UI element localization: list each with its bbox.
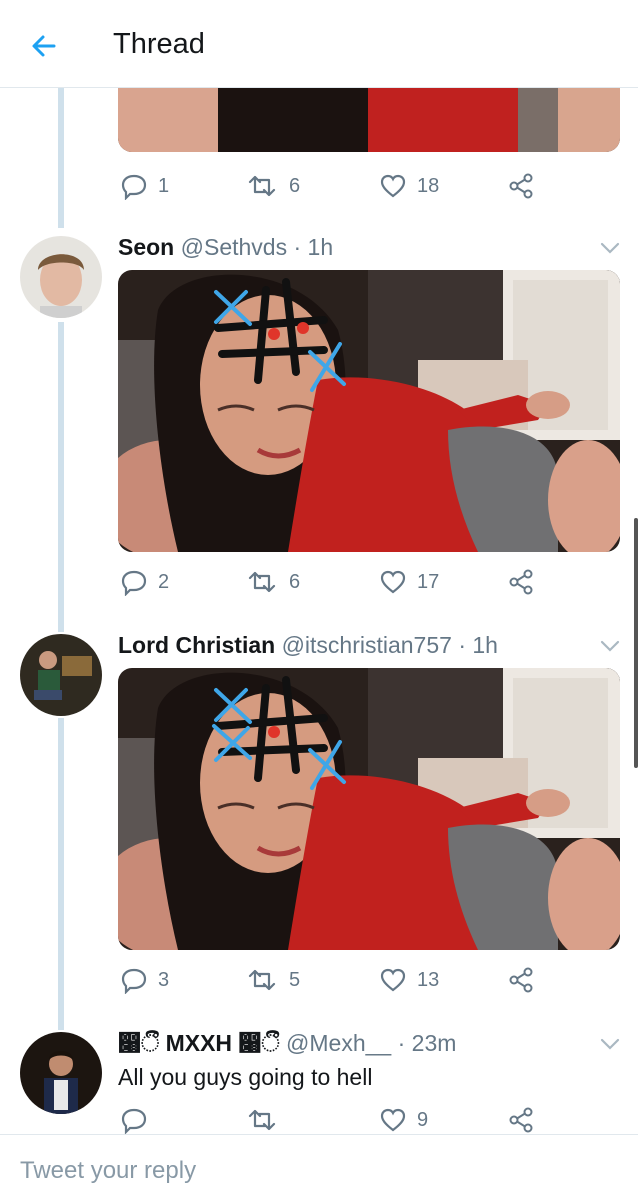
like-count: 17 (417, 570, 440, 593)
reply-count: 1 (158, 174, 170, 197)
reply-bar: Tweet your reply (0, 1134, 638, 1200)
avatar[interactable] (20, 1032, 102, 1114)
tweet-text: All you guys going to hell (118, 1064, 373, 1090)
scrollbar[interactable] (634, 518, 638, 768)
chevron-down-icon[interactable] (598, 236, 622, 260)
reply-icon (121, 174, 147, 200)
like-button[interactable]: 17 (379, 568, 439, 596)
retweet-button[interactable]: 5 (245, 966, 300, 994)
reply-button[interactable] (120, 1106, 158, 1134)
reply-button[interactable]: 1 (120, 172, 169, 200)
tweet-media[interactable] (118, 270, 620, 552)
retweet-count: 6 (289, 174, 301, 197)
tweet-actions: 3 5 13 (118, 966, 618, 1000)
back-arrow-icon[interactable] (28, 30, 60, 62)
chevron-down-icon[interactable] (598, 634, 622, 658)
share-button[interactable] (507, 172, 535, 200)
reply-count: 3 (158, 968, 170, 991)
tweet[interactable]: Lord Christian @itschristian757 · 1h 3 5… (0, 626, 638, 1026)
user-handle[interactable]: @Mexh__ (286, 1030, 391, 1056)
like-button[interactable]: 9 (379, 1106, 428, 1134)
tweet-partial[interactable]: 1 6 18 (0, 88, 638, 228)
retweet-button[interactable]: 6 (245, 172, 300, 200)
reply-icon (121, 1108, 147, 1134)
tweet-actions: 1 6 18 (118, 172, 618, 206)
display-name[interactable]: Lord Christian (118, 632, 275, 658)
like-button[interactable]: 13 (379, 966, 439, 994)
separator: · (458, 632, 466, 658)
tweet-media[interactable] (118, 88, 620, 152)
retweet-icon (248, 175, 276, 197)
like-icon (380, 968, 406, 992)
photo-crop (118, 88, 620, 152)
retweet-button[interactable] (245, 1106, 289, 1134)
timestamp: 1h (472, 632, 498, 658)
share-icon (509, 967, 533, 993)
reply-icon (121, 570, 147, 596)
avatar[interactable] (20, 236, 102, 318)
like-icon (380, 1108, 406, 1132)
like-count: 13 (417, 968, 440, 991)
user-handle[interactable]: @itschristian757 (282, 632, 452, 658)
retweet-button[interactable]: 6 (245, 568, 300, 596)
tweet-header: ෈ී MXXH ෈ී @Mexh__ · 23m (118, 1030, 456, 1057)
chevron-down-icon[interactable] (598, 1032, 622, 1056)
share-button[interactable] (507, 568, 535, 596)
like-icon (380, 570, 406, 594)
app-header: Thread (0, 0, 638, 88)
reply-button[interactable]: 2 (120, 568, 169, 596)
photo (118, 270, 620, 552)
like-count: 18 (417, 174, 440, 197)
reply-input[interactable]: Tweet your reply (20, 1157, 196, 1185)
page-title: Thread (113, 28, 205, 60)
separator: · (397, 1030, 406, 1056)
share-icon (509, 569, 533, 595)
like-count: 9 (417, 1108, 429, 1131)
share-button[interactable] (507, 966, 535, 994)
share-button[interactable] (507, 1106, 535, 1134)
tweet-header: Seon @Sethvds · 1h (118, 234, 333, 261)
retweet-icon (248, 969, 276, 991)
reply-count: 2 (158, 570, 170, 593)
tweet-media[interactable] (118, 668, 620, 950)
separator: · (293, 234, 302, 260)
retweet-icon (248, 571, 276, 593)
retweet-icon (248, 1109, 276, 1131)
share-icon (509, 1107, 533, 1133)
tweet-header: Lord Christian @itschristian757 · 1h (118, 632, 498, 659)
like-button[interactable]: 18 (379, 172, 439, 200)
avatar-image (20, 634, 102, 716)
reply-icon (121, 968, 147, 994)
tweet[interactable]: ෈ී MXXH ෈ී @Mexh__ · 23m All you guys go… (0, 1024, 638, 1134)
tweet[interactable]: Seon @Sethvds · 1h 2 6 17 (0, 228, 638, 628)
retweet-count: 6 (289, 570, 301, 593)
photo (118, 668, 620, 950)
display-name[interactable]: ෈ී MXXH ෈ී (118, 1030, 280, 1056)
display-name[interactable]: Seon (118, 234, 174, 260)
avatar-image (20, 1032, 102, 1114)
retweet-count: 5 (289, 968, 301, 991)
reply-button[interactable]: 3 (120, 966, 169, 994)
avatar-image (20, 236, 102, 318)
timestamp: 23m (411, 1030, 457, 1056)
avatar[interactable] (20, 634, 102, 716)
like-icon (380, 174, 406, 198)
user-handle[interactable]: @Sethvds (181, 234, 287, 260)
tweet-actions: 2 6 17 (118, 568, 618, 602)
timestamp: 1h (307, 234, 334, 260)
share-icon (509, 173, 533, 199)
